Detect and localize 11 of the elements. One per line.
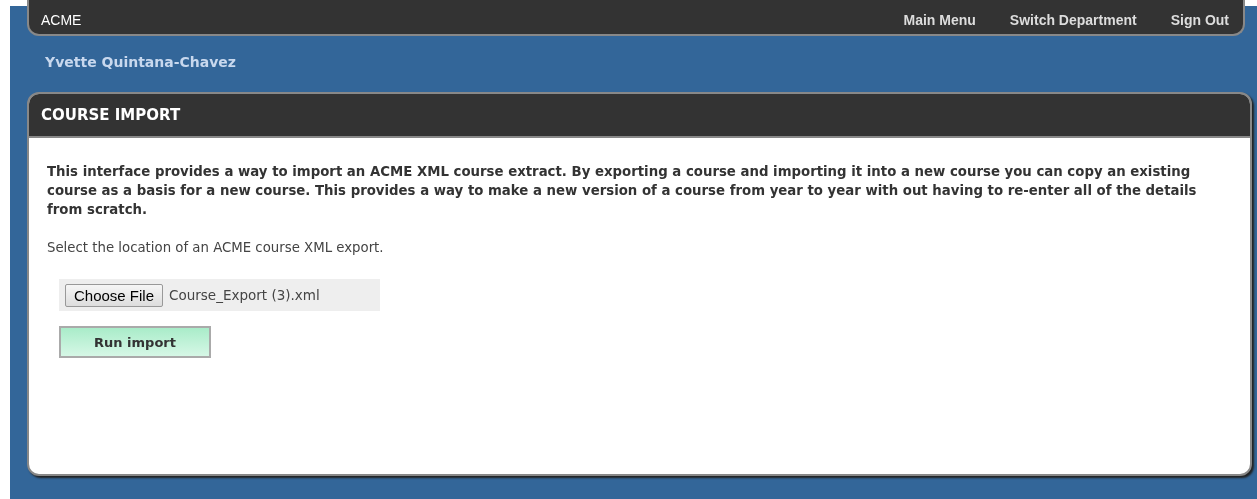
choose-file-button[interactable]: Choose File bbox=[65, 283, 164, 307]
user-name: Yvette Quintana-Chavez bbox=[45, 54, 237, 72]
file-name: Course_Export (3).xml bbox=[169, 287, 320, 303]
nav-link[interactable]: Switch Department bbox=[1009, 12, 1137, 28]
panel-title: COURSE IMPORT bbox=[29, 94, 1250, 138]
intro-paragraph: This interface provides a way to import an ACME XML course extract. By exporting a course and importing it into a new course you can copy an existing course as a basis for a new course. This provides a way to make a new version of a course from year to year with out having to re-enter all of the details from scratch. bbox=[47, 163, 1198, 219]
nav-link[interactable]: Sign Out bbox=[1170, 12, 1229, 28]
brand-name: ACME bbox=[41, 12, 83, 28]
instruction-text: Select the location of an ACME course XML export. bbox=[47, 240, 385, 255]
nav-link[interactable]: Main Menu bbox=[903, 12, 976, 28]
run-import-button[interactable]: Run import bbox=[59, 326, 211, 358]
